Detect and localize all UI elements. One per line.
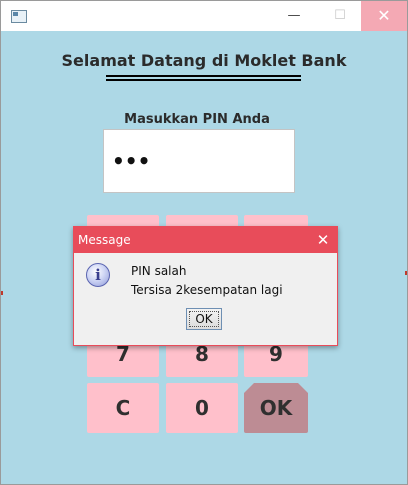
keypad-clear-button[interactable]: C [87,383,159,433]
minimize-button[interactable]: — [276,1,312,31]
dialog-ok-button[interactable]: OK [186,308,222,330]
title-underline [106,75,301,81]
app-window: — ☐ ✕ Selamat Datang di Moklet Bank Masu… [0,0,408,485]
dialog-message-line-1: PIN salah [131,264,187,278]
keypad-key-0[interactable]: 0 [166,383,238,433]
title-bar: — ☐ ✕ [1,1,407,31]
dialog-message-line-2: Tersisa 2kesempatan lagi [131,283,283,297]
keypad-ok-button[interactable]: OK [244,383,308,433]
close-button[interactable]: ✕ [361,1,407,31]
dialog-close-icon[interactable]: ✕ [312,229,334,251]
pin-label: Masukkan PIN Anda [124,112,270,127]
edge-mark-right [405,271,407,275]
page-title: Selamat Datang di Moklet Bank [61,51,347,70]
pin-input[interactable]: ••• [103,129,295,193]
edge-mark-left [1,291,3,295]
dialog-title: Message [78,233,131,247]
dialog-title-bar: Message ✕ [74,227,337,253]
app-icon [11,10,27,23]
maximize-button[interactable]: ☐ [322,1,358,31]
message-dialog: Message ✕ i PIN salah Tersisa 2kesempata… [73,226,338,346]
info-icon: i [86,263,110,287]
